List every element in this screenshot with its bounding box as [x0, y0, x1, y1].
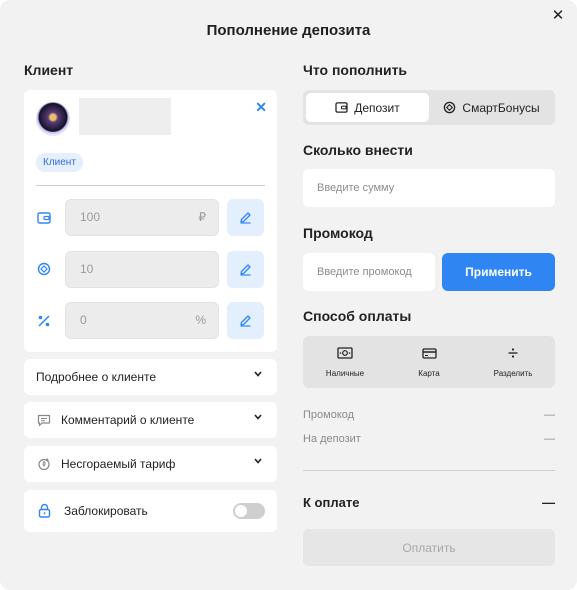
- promo-input[interactable]: [303, 253, 435, 291]
- client-comment-label: Комментарий о клиенте: [61, 413, 195, 427]
- summary-promo-label: Промокод: [303, 409, 355, 421]
- client-card: ✕ Клиент 100 ₽ 10 0 %: [24, 90, 277, 352]
- divider: [36, 185, 265, 186]
- client-heading: Клиент: [24, 62, 74, 78]
- tab-deposit-label: Депозит: [354, 100, 400, 115]
- amount-heading: Сколько внести: [303, 142, 413, 158]
- avatar: [36, 102, 70, 136]
- lock-icon: [36, 502, 52, 518]
- summary-promo-value: —: [544, 409, 555, 421]
- discount-field[interactable]: 0 %: [65, 302, 219, 339]
- topup-heading: Что пополнить: [303, 62, 408, 78]
- bonus-value: 10: [80, 262, 94, 276]
- payment-split-label: Разделить: [493, 369, 533, 378]
- close-icon[interactable]: ✕: [551, 8, 565, 23]
- discount-value: 0: [80, 313, 87, 327]
- block-client-label: Заблокировать: [64, 504, 148, 518]
- pay-button[interactable]: Оплатить: [303, 529, 555, 566]
- comment-icon: [36, 412, 52, 428]
- payment-split[interactable]: Разделить: [471, 336, 555, 388]
- edit-bonus-button[interactable]: [227, 251, 264, 288]
- pencil-icon: [240, 315, 251, 327]
- block-client-row: Заблокировать: [24, 490, 277, 532]
- pencil-icon: [240, 264, 251, 276]
- client-details-label: Подробнее о клиенте: [36, 370, 156, 384]
- bonus-icon: [36, 261, 52, 277]
- bonus-field[interactable]: 10: [65, 251, 219, 288]
- payment-cash[interactable]: Наличные: [303, 336, 387, 388]
- balance-value: 100: [80, 210, 101, 224]
- currency-unit: ₽: [198, 210, 206, 224]
- cash-icon: [303, 346, 387, 360]
- payment-methods: Наличные Карта Разделить: [303, 336, 555, 388]
- bonus-icon: [444, 101, 456, 114]
- balance-field[interactable]: 100 ₽: [65, 199, 219, 236]
- percent-unit: %: [195, 313, 206, 327]
- summary-promo-row: Промокод —: [303, 409, 555, 421]
- promo-heading: Промокод: [303, 225, 373, 241]
- card-icon: [387, 346, 471, 360]
- block-client-toggle[interactable]: [233, 503, 265, 519]
- apply-promo-button[interactable]: Применить: [442, 253, 555, 291]
- tab-smartbonus[interactable]: СмартБонусы: [431, 93, 552, 122]
- wallet-icon: [335, 102, 348, 113]
- chevron-down-icon: [253, 412, 263, 422]
- total-row: К оплате —: [303, 495, 555, 510]
- modal-title: Пополнение депозита: [206, 22, 371, 39]
- amount-input[interactable]: [303, 169, 555, 207]
- client-name-placeholder: [79, 98, 171, 135]
- payment-cash-label: Наличные: [325, 369, 365, 378]
- chevron-down-icon: [253, 369, 263, 379]
- toggle-knob: [235, 505, 247, 517]
- edit-balance-button[interactable]: [227, 199, 264, 236]
- topup-tabs: Депозит СмартБонусы: [303, 90, 555, 125]
- summary-deposit-label: На депозит: [303, 433, 361, 445]
- chevron-down-icon: [253, 456, 263, 466]
- client-badge: Клиент: [36, 153, 83, 172]
- pencil-icon: [240, 212, 251, 224]
- total-value: —: [542, 495, 555, 510]
- payment-card[interactable]: Карта: [387, 336, 471, 388]
- remove-client-icon[interactable]: ✕: [255, 100, 267, 114]
- client-comment-accordion[interactable]: Комментарий о клиенте: [24, 402, 277, 438]
- divider: [303, 470, 555, 471]
- total-label: К оплате: [303, 495, 360, 510]
- client-details-accordion[interactable]: Подробнее о клиенте: [24, 359, 277, 395]
- summary-deposit-value: —: [544, 433, 555, 445]
- payment-heading: Способ оплаты: [303, 308, 412, 324]
- tab-deposit[interactable]: Депозит: [306, 93, 429, 122]
- fireproof-tariff-accordion[interactable]: Несгораемый тариф: [24, 446, 277, 482]
- edit-discount-button[interactable]: [227, 302, 264, 339]
- wallet-icon: [36, 210, 52, 226]
- fireproof-tariff-label: Несгораемый тариф: [61, 457, 176, 471]
- tab-smartbonus-label: СмартБонусы: [462, 100, 540, 115]
- fireproof-icon: [36, 456, 52, 472]
- divide-icon: [471, 346, 555, 360]
- payment-card-label: Карта: [418, 369, 440, 378]
- percent-icon: [36, 313, 52, 329]
- summary-deposit-row: На депозит —: [303, 433, 555, 445]
- deposit-modal: Пополнение депозита ✕ Клиент ✕ Клиент 10…: [0, 0, 577, 590]
